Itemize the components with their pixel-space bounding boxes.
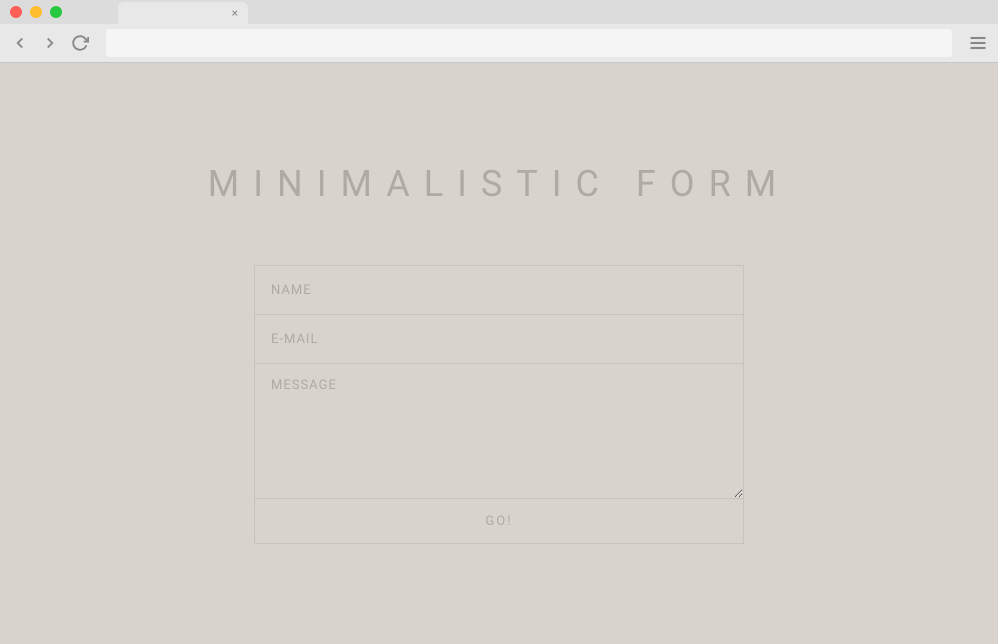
reload-button[interactable] <box>70 33 90 53</box>
back-button[interactable] <box>10 33 30 53</box>
reload-icon <box>71 34 89 52</box>
message-field[interactable] <box>254 363 744 499</box>
contact-form: GO! <box>254 265 744 544</box>
arrow-right-icon <box>41 34 59 52</box>
minimize-window-button[interactable] <box>30 6 42 18</box>
close-window-button[interactable] <box>10 6 22 18</box>
tab-bar: × <box>0 0 998 24</box>
browser-tab[interactable]: × <box>118 2 248 24</box>
name-field[interactable] <box>254 265 744 315</box>
browser-toolbar <box>0 24 998 62</box>
email-field[interactable] <box>254 314 744 364</box>
page-title: MINIMALISTIC FORM <box>208 163 790 205</box>
hamburger-icon <box>968 33 988 53</box>
address-bar[interactable] <box>106 29 952 57</box>
forward-button[interactable] <box>40 33 60 53</box>
maximize-window-button[interactable] <box>50 6 62 18</box>
page-content: MINIMALISTIC FORM GO! <box>0 63 998 644</box>
close-tab-icon[interactable]: × <box>232 7 238 19</box>
arrow-left-icon <box>11 34 29 52</box>
submit-button[interactable]: GO! <box>254 498 744 544</box>
menu-button[interactable] <box>968 33 988 53</box>
browser-chrome: × <box>0 0 998 63</box>
window-controls <box>10 6 62 18</box>
